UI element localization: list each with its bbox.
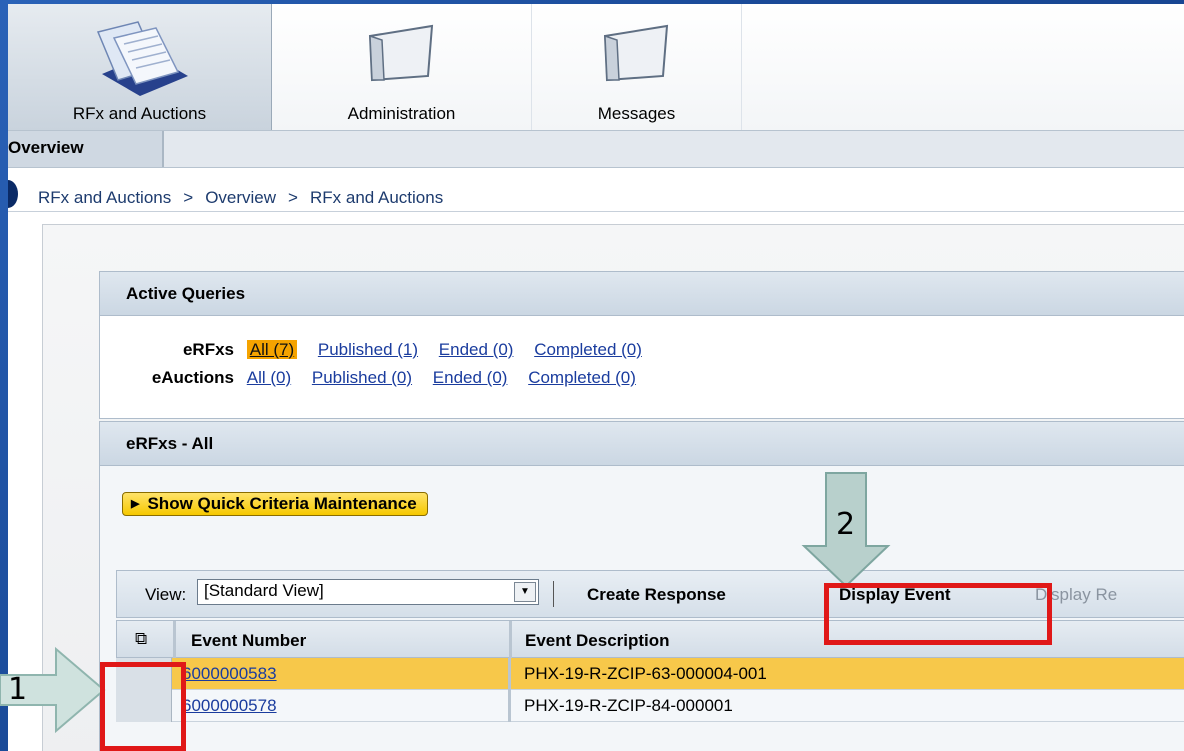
- step-1-number: 1: [8, 672, 28, 707]
- display-event-highlight-box: [824, 583, 1052, 645]
- step-2-number: 2: [836, 507, 856, 542]
- row-selector-highlight-box: [100, 662, 186, 751]
